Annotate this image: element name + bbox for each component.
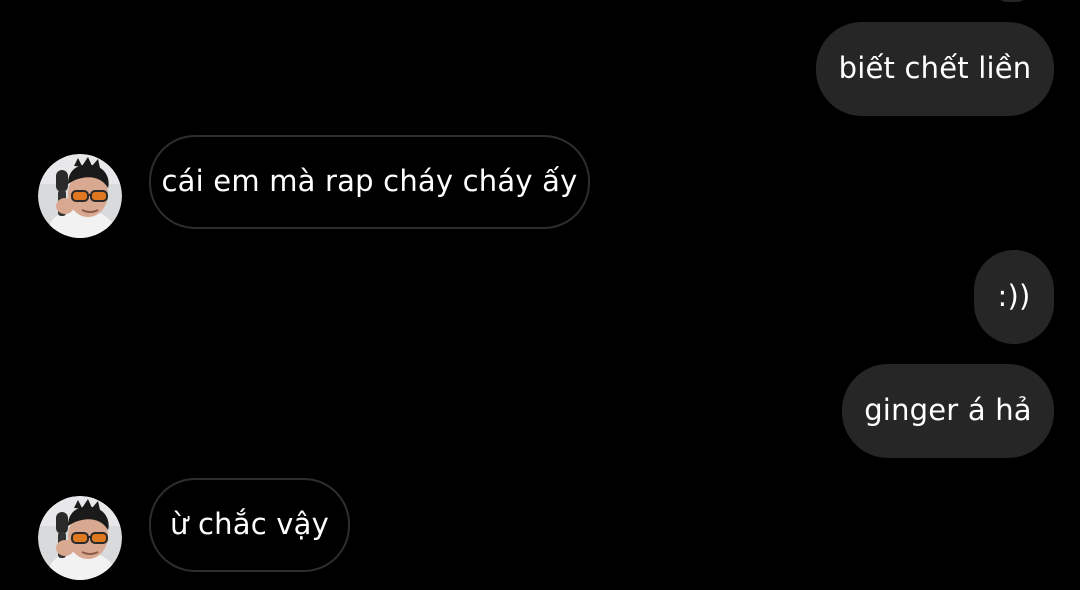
avatar-photo-icon xyxy=(38,154,122,238)
message-text: cái em mà rap cháy cháy ấy xyxy=(161,164,578,198)
outgoing-message[interactable]: ginger á hả xyxy=(842,364,1054,458)
outgoing-message[interactable]: biết chết liền xyxy=(816,22,1054,116)
message-text: :)) xyxy=(997,279,1031,313)
message-text: biết chết liền xyxy=(838,51,1032,85)
incoming-message[interactable]: ừ chắc vậy xyxy=(149,478,350,572)
message-text: ginger á hả xyxy=(864,393,1032,427)
previous-message-bubble-edge xyxy=(992,0,1032,2)
outgoing-message[interactable]: :)) xyxy=(974,250,1054,344)
incoming-message[interactable]: cái em mà rap cháy cháy ấy xyxy=(149,135,590,229)
contact-avatar[interactable] xyxy=(38,496,122,580)
avatar-photo-icon xyxy=(38,496,122,580)
contact-avatar[interactable] xyxy=(38,154,122,238)
message-text: ừ chắc vậy xyxy=(170,507,329,541)
chat-thread: biết chết liền cái em mà rap cháy cháy ấ… xyxy=(0,0,1080,590)
